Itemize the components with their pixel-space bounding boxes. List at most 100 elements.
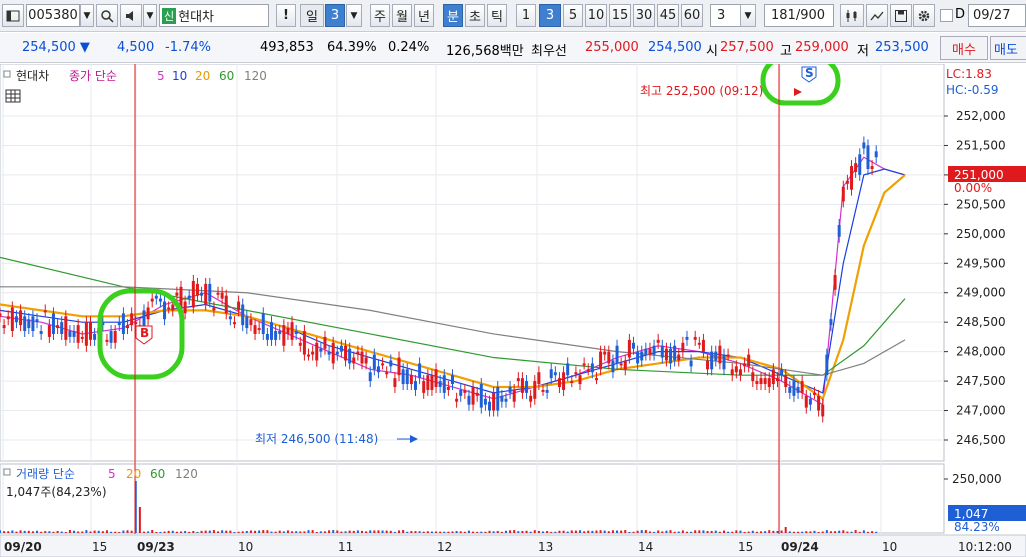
date-input[interactable]: 09/27	[968, 4, 1026, 27]
period-minute-button[interactable]: 분	[443, 4, 463, 27]
volume-bar	[566, 531, 569, 533]
candle-body	[459, 389, 463, 396]
save-icon[interactable]	[890, 4, 912, 27]
candle-body	[237, 301, 241, 311]
interval-3-button[interactable]: 3	[539, 4, 561, 27]
candle-body	[385, 372, 389, 375]
interval-5-button[interactable]: 5	[563, 4, 583, 27]
interval-15-button[interactable]: 15	[609, 4, 631, 27]
search-icon[interactable]	[96, 4, 118, 27]
period-second-button[interactable]: 초	[465, 4, 485, 27]
volume-bar	[175, 531, 178, 533]
candle-body	[664, 348, 668, 361]
chart-type-icon[interactable]	[840, 4, 864, 27]
volume-bar	[418, 531, 421, 533]
candle-body	[64, 316, 68, 340]
time-tick-label: 10	[238, 540, 253, 554]
chart-canvas[interactable]: 252,000 251,500 251,000 250,500 250,000 249,5…	[0, 64, 1026, 557]
volume-bar	[229, 530, 232, 533]
volume-bar	[813, 530, 816, 533]
window-menu-icon[interactable]	[2, 4, 24, 27]
candle-body	[496, 386, 500, 411]
candle-body	[344, 345, 348, 361]
candle-body	[14, 316, 18, 323]
period-week-button[interactable]: 주	[370, 4, 390, 27]
price-tick-label: 247,000	[956, 404, 1006, 418]
candle-body	[364, 357, 368, 364]
volume-bar	[509, 530, 512, 533]
volume-bar	[611, 530, 614, 533]
price-tick-label: 246,500	[956, 433, 1006, 447]
alert-button[interactable]: !	[276, 4, 296, 27]
volume-bar	[101, 531, 104, 533]
volume-bar	[439, 531, 442, 533]
legend-indicator: 종가 단순	[69, 69, 117, 83]
count-current: 181	[771, 8, 796, 23]
period-year-button[interactable]: 년	[414, 4, 434, 27]
interval-45-button[interactable]: 45	[657, 4, 679, 27]
volume-bar	[723, 530, 725, 533]
code-dropdown-icon[interactable]: ▼	[80, 4, 94, 27]
candle-body	[381, 363, 385, 366]
current-price-tag-text: 251,000	[954, 168, 1004, 182]
candle-body	[726, 354, 730, 357]
period-value[interactable]: 3	[325, 4, 345, 27]
date-checkbox[interactable]	[940, 9, 953, 22]
price-tick-label: 247,500	[956, 374, 1006, 388]
volume-bar	[760, 531, 763, 533]
volume-bar	[85, 530, 88, 533]
candle-body	[697, 342, 701, 345]
candle-body	[508, 386, 512, 393]
price-chart[interactable]: 252,000 251,500 251,000 250,500 250,000 249,5…	[0, 64, 1026, 557]
candle-body	[796, 386, 800, 393]
volume-bar	[443, 531, 446, 533]
volume-bar	[126, 530, 129, 533]
volume-bar	[204, 530, 207, 533]
volume-bar	[110, 531, 113, 533]
candle-body	[47, 325, 51, 337]
candle-body	[339, 345, 343, 352]
period-day-button[interactable]: 일	[300, 4, 324, 27]
buy-button[interactable]: 매수	[940, 36, 988, 60]
turnover-pct: 0.24%	[388, 40, 430, 55]
custom-interval-input[interactable]: 3	[710, 4, 742, 27]
period-month-button[interactable]: 월	[392, 4, 412, 27]
period-tick-button[interactable]: 틱	[487, 4, 507, 27]
speaker-icon[interactable]	[120, 4, 142, 27]
volume-bar	[792, 531, 795, 533]
candle-body	[788, 386, 792, 393]
candle-body	[771, 369, 775, 385]
volume-legend-title: 거래량 단순	[16, 467, 75, 481]
data-count-field[interactable]: 181 /900	[764, 4, 834, 27]
candle-body	[541, 389, 545, 392]
volume-bar	[854, 530, 857, 533]
candle-body	[187, 295, 191, 299]
candle-body	[599, 351, 603, 370]
volume-bar	[225, 530, 228, 533]
volume-bar	[286, 530, 289, 533]
interval-30-button[interactable]: 30	[633, 4, 655, 27]
speaker-dropdown-icon[interactable]: ▼	[143, 4, 157, 27]
interval-dropdown-icon[interactable]: ▼	[740, 4, 756, 27]
stock-code-input[interactable]: 005380	[26, 4, 80, 27]
volume-bar	[583, 531, 586, 533]
interval-10-button[interactable]: 10	[585, 4, 607, 27]
candle-body	[483, 398, 487, 405]
candle-body	[516, 378, 520, 382]
indicator-icon[interactable]	[866, 4, 888, 27]
candle-body	[356, 351, 360, 355]
sell-button[interactable]: 매도	[990, 36, 1026, 60]
candle-body	[808, 398, 812, 405]
volume-legend-ma60: 60	[150, 467, 165, 481]
candle-body	[195, 283, 199, 296]
interval-1-button[interactable]: 1	[516, 4, 536, 27]
candle-body	[401, 369, 405, 385]
candle-body	[537, 372, 541, 385]
period-dropdown-icon[interactable]: ▼	[346, 4, 362, 27]
open-price: 257,500	[720, 40, 774, 55]
interval-60-button[interactable]: 60	[681, 4, 703, 27]
volume-bar	[714, 530, 717, 533]
gear-icon[interactable]	[913, 4, 935, 27]
stock-name-field[interactable]: 신 현대차	[159, 4, 269, 27]
quote-bar: 254,500 ▼ 4,500 -1.74% 493,853 64.39% 0.…	[0, 33, 1026, 63]
